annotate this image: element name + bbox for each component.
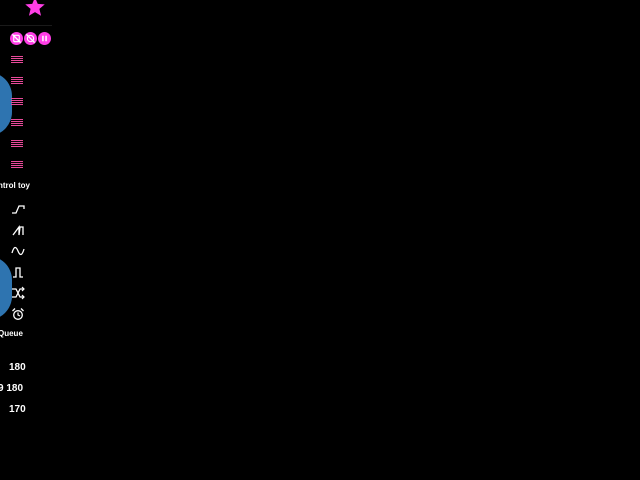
queue-item: 170 bbox=[9, 404, 26, 415]
step-up-pattern-icon[interactable] bbox=[10, 201, 26, 217]
pattern-list bbox=[10, 201, 26, 322]
alarm-clock-pattern-icon[interactable] bbox=[10, 306, 26, 322]
speed-level-2-button[interactable] bbox=[11, 77, 23, 84]
speed-level-1-button[interactable] bbox=[11, 56, 23, 63]
divider bbox=[0, 25, 52, 26]
favorite-star-icon[interactable] bbox=[24, 0, 46, 18]
pulse-up-pattern-icon[interactable] bbox=[10, 222, 26, 238]
control-toy-label: ntrol toy bbox=[0, 181, 30, 190]
queue-item: 180 bbox=[9, 362, 26, 373]
speed-level-list bbox=[11, 56, 23, 168]
speed-level-5-button[interactable] bbox=[11, 140, 23, 147]
square-wave-pattern-icon[interactable] bbox=[10, 264, 26, 280]
queue-item: 9 180 bbox=[0, 383, 24, 394]
toggle-row bbox=[10, 32, 51, 45]
pause-icon[interactable] bbox=[38, 32, 51, 45]
speed-level-6-button[interactable] bbox=[11, 161, 23, 168]
shuffle-pattern-icon[interactable] bbox=[10, 285, 26, 301]
queue-label: Queue bbox=[0, 329, 23, 338]
speed-level-4-button[interactable] bbox=[11, 119, 23, 126]
wave-pattern-icon[interactable] bbox=[10, 243, 26, 259]
no-vibrate-icon[interactable] bbox=[10, 32, 23, 45]
no-rotate-icon[interactable] bbox=[24, 32, 37, 45]
speed-level-3-button[interactable] bbox=[11, 98, 23, 105]
